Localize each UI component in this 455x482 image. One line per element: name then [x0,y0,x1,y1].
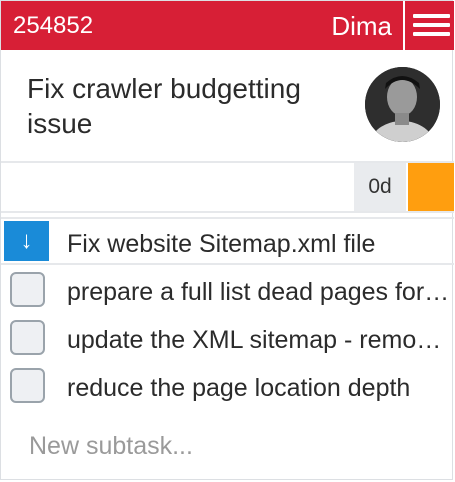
arrow-down-icon[interactable]: ↓ [4,221,49,261]
task-title[interactable]: Fix crawler budgetting issue [27,71,347,141]
priority-indicator[interactable] [408,163,454,211]
duration-badge[interactable]: 0d [354,163,406,211]
avatar-portrait-icon [365,67,440,142]
subtask-checkbox[interactable] [10,272,45,307]
task-id[interactable]: 254852 [13,12,93,40]
card-header: 254852 Dima [1,1,454,50]
assignee-name[interactable]: Dima [331,11,392,41]
subtask-label[interactable]: reduce the page location depth [67,373,451,403]
subtask-row[interactable]: reduce the page location depth [1,363,454,409]
subtask-label[interactable]: prepare a full list dead pages for remov… [67,277,451,307]
subtask-label[interactable]: update the XML sitemap - remove dead pag… [67,325,451,355]
parent-subtask-label[interactable]: Fix website Sitemap.xml file [67,229,451,259]
new-subtask-input[interactable] [29,431,429,461]
menu-button[interactable] [403,1,454,50]
subtask-checkbox[interactable] [10,320,45,355]
task-card: 254852 Dima Fix crawler budgetting issue… [0,0,454,480]
subtask-checkbox[interactable] [10,368,45,403]
parent-subtask-row[interactable]: ↓ Fix website Sitemap.xml file [1,217,454,265]
subtask-row[interactable]: update the XML sitemap - remove dead pag… [1,315,454,361]
user-avatar[interactable] [365,67,440,142]
task-meta-row: 0d [1,161,454,213]
subtask-row[interactable]: prepare a full list dead pages for remov… [1,267,454,313]
